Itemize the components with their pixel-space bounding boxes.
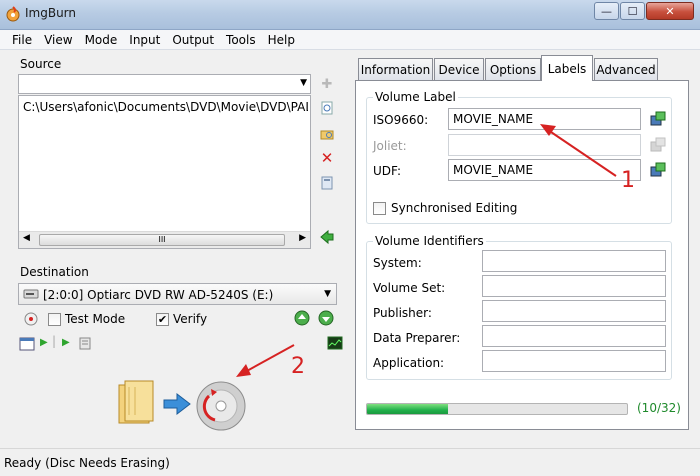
calculator-icon[interactable]	[319, 175, 335, 191]
progress-fill	[367, 404, 449, 414]
maximize-button[interactable]: ☐	[620, 2, 645, 20]
eject-icon[interactable]	[23, 311, 39, 327]
menu-bar: File View Mode Input Output Tools Help	[0, 30, 700, 50]
scroll-thumb[interactable]: III	[39, 234, 285, 246]
joliet-label: Joliet:	[373, 139, 407, 153]
menu-output[interactable]: Output	[166, 33, 220, 47]
application-input[interactable]	[482, 350, 666, 372]
system-label: System:	[373, 256, 422, 270]
window-title: ImgBurn	[25, 6, 77, 20]
menu-help[interactable]: Help	[262, 33, 301, 47]
tab-options[interactable]: Options	[485, 58, 541, 80]
chevron-down-icon: ▼	[324, 289, 331, 299]
annotation-2: 2	[291, 354, 305, 379]
separator: |	[52, 334, 57, 348]
udf-input[interactable]: MOVIE_NAME	[448, 159, 641, 181]
source-folder-icon	[117, 379, 157, 427]
tab-information[interactable]: Information	[358, 58, 433, 80]
chevron-down-icon: ▼	[300, 78, 307, 88]
annotation-1: 1	[621, 168, 635, 193]
drive-icon	[23, 287, 39, 304]
log-window-icon[interactable]	[19, 337, 35, 351]
destination-label: Destination	[20, 265, 89, 279]
tab-device[interactable]: Device	[434, 58, 484, 80]
publisher-input[interactable]	[482, 300, 666, 322]
title-bar: ImgBurn — ☐ ✕	[0, 0, 700, 30]
browse-file-icon[interactable]	[319, 100, 335, 116]
destination-drive-select[interactable]: [2:0:0] Optiarc DVD RW AD-5240S (E:) ▼	[18, 283, 337, 305]
menu-tools[interactable]: Tools	[220, 33, 262, 47]
browse-folder-icon[interactable]	[319, 126, 335, 142]
system-input[interactable]	[482, 250, 666, 272]
speed-up-icon[interactable]	[294, 310, 310, 326]
test-mode-label: Test Mode	[65, 312, 126, 326]
minimize-button[interactable]: —	[594, 2, 619, 20]
application-label: Application:	[373, 356, 445, 370]
copy-label-icon[interactable]	[650, 111, 666, 127]
volume-set-input[interactable]	[482, 275, 666, 297]
scroll-left-icon[interactable]: ◀	[23, 233, 30, 243]
synchronised-editing-checkbox[interactable]	[373, 202, 386, 215]
volume-set-label: Volume Set:	[373, 281, 446, 295]
data-preparer-label: Data Preparer:	[373, 331, 461, 345]
verify-checkbox[interactable]: ✔	[156, 313, 169, 326]
synchronised-editing-label: Synchronised Editing	[391, 201, 518, 215]
disc-icon[interactable]	[195, 380, 247, 432]
data-preparer-input[interactable]	[482, 325, 666, 347]
progress-text: (10/32)	[637, 401, 681, 415]
source-path: C:\Users\afonic\Documents\DVD\Movie\DVD\…	[23, 100, 308, 114]
progress-bar	[366, 403, 628, 415]
queue-icon[interactable]	[77, 336, 93, 351]
horizontal-scrollbar[interactable]: ◀ III ▶	[19, 231, 310, 248]
add-icon[interactable]: ✚	[319, 76, 335, 92]
udf-label: UDF:	[373, 164, 402, 178]
menu-file[interactable]: File	[6, 33, 38, 47]
arrow-right-icon	[163, 392, 191, 416]
status-bar: Ready (Disc Needs Erasing)	[0, 448, 700, 476]
menu-mode[interactable]: Mode	[79, 33, 124, 47]
source-label: Source	[20, 57, 62, 71]
scroll-right-icon[interactable]: ▶	[299, 233, 306, 243]
status-text: Ready (Disc Needs Erasing)	[4, 456, 170, 470]
joliet-input	[448, 134, 641, 156]
remove-icon[interactable]: ✕	[319, 149, 335, 167]
imgburn-app-icon	[5, 6, 21, 22]
build-arrow-icon[interactable]	[319, 229, 335, 245]
close-button[interactable]: ✕	[646, 2, 694, 20]
volume-label-legend: Volume Label	[375, 90, 456, 104]
copy-label-icon-disabled	[650, 137, 666, 153]
graph-data-icon[interactable]	[327, 336, 343, 350]
menu-input[interactable]: Input	[123, 33, 166, 47]
tab-advanced[interactable]: Advanced	[594, 58, 658, 80]
verify-label: Verify	[173, 312, 208, 326]
play-icon-2[interactable]: ▶	[62, 337, 70, 348]
iso9660-input[interactable]: MOVIE_NAME	[448, 108, 641, 130]
source-file-list[interactable]: C:\Users\afonic\Documents\DVD\Movie\DVD\…	[18, 95, 311, 249]
menu-view[interactable]: View	[38, 33, 78, 47]
tab-labels[interactable]: Labels	[541, 55, 593, 81]
iso9660-label: ISO9660:	[373, 113, 429, 127]
publisher-label: Publisher:	[373, 306, 432, 320]
play-icon[interactable]: ▶	[40, 337, 48, 348]
destination-drive-value: [2:0:0] Optiarc DVD RW AD-5240S (E:)	[43, 288, 274, 302]
volume-identifiers-legend: Volume Identifiers	[375, 234, 484, 248]
copy-label-icon-2[interactable]	[650, 162, 666, 178]
test-mode-checkbox[interactable]	[48, 313, 61, 326]
speed-down-icon[interactable]	[318, 310, 334, 326]
source-combo[interactable]: ▼	[18, 74, 311, 94]
